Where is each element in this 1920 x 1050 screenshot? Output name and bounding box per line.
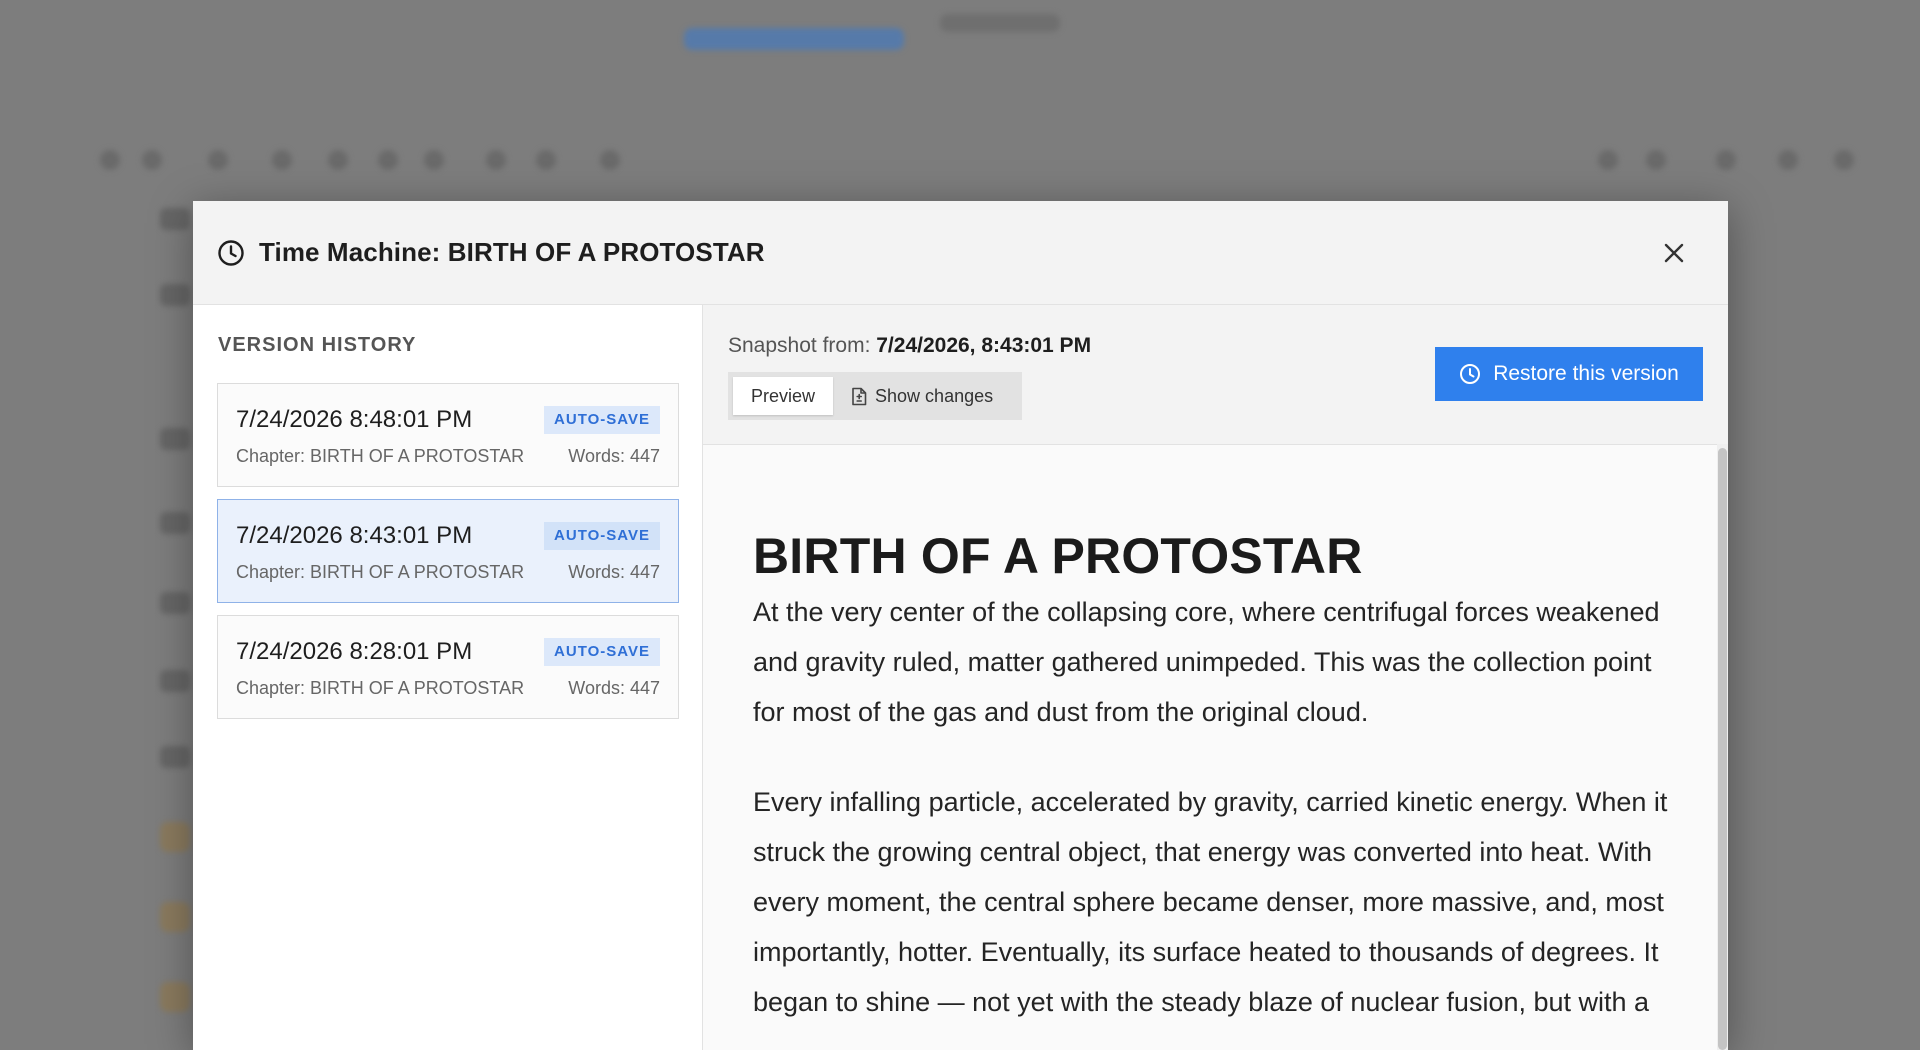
background-toolbar-icon xyxy=(208,150,228,170)
background-sidebar-item xyxy=(160,746,190,768)
background-sidebar-item xyxy=(160,428,190,450)
document-title: BIRTH OF A PROTOSTAR xyxy=(753,528,1363,584)
background-tab xyxy=(684,28,904,50)
background-toolbar-icon xyxy=(1778,150,1798,170)
version-item-selected[interactable]: 7/24/2026 8:43:01 PM AUTO-SAVE Chapter: … xyxy=(217,499,679,603)
background-toolbar-icon xyxy=(100,150,120,170)
background-toolbar-icon xyxy=(1646,150,1666,170)
background-sidebar-item xyxy=(160,512,190,534)
close-icon xyxy=(1664,243,1684,263)
background-toolbar-icon xyxy=(142,150,162,170)
background-toolbar-icon xyxy=(424,150,444,170)
background-tab xyxy=(940,14,1060,32)
tab-preview[interactable]: Preview xyxy=(733,377,834,415)
restore-version-label: Restore this version xyxy=(1493,362,1679,385)
version-chapter: Chapter: BIRTH OF A PROTOSTAR xyxy=(236,562,525,582)
background-sidebar-item xyxy=(160,982,190,1012)
version-chapter: Chapter: BIRTH OF A PROTOSTAR xyxy=(236,678,525,698)
close-button[interactable] xyxy=(1658,237,1690,269)
version-word-count: Words: 447 xyxy=(568,562,660,582)
background-toolbar-icon xyxy=(1716,150,1736,170)
version-history-title: VERSION HISTORY xyxy=(218,334,417,356)
document-preview: BIRTH OF A PROTOSTAR At the very center … xyxy=(703,444,1717,1050)
version-word-count: Words: 447 xyxy=(568,446,660,466)
version-item[interactable]: 7/24/2026 8:48:01 PM AUTO-SAVE Chapter: … xyxy=(217,383,679,487)
modal-title: Time Machine: BIRTH OF A PROTOSTAR xyxy=(259,237,765,267)
document-paragraph: Every infalling particle, accelerated by… xyxy=(753,787,1668,1017)
version-history-panel: VERSION HISTORY 7/24/2026 8:48:01 PM AUT… xyxy=(193,305,703,1050)
auto-save-badge: AUTO-SAVE xyxy=(544,638,660,666)
view-toggle: Preview Show changes xyxy=(728,372,1022,420)
snapshot-panel: Snapshot from: 7/24/2026, 8:43:01 PM Pre… xyxy=(703,305,1728,1050)
modal-header: Time Machine: BIRTH OF A PROTOSTAR xyxy=(193,201,1728,305)
clock-icon xyxy=(218,240,244,266)
snapshot-timestamp: 7/24/2026, 8:43:01 PM xyxy=(876,334,1092,357)
scrollbar-thumb[interactable] xyxy=(1718,448,1727,1050)
tab-show-changes[interactable]: Show changes xyxy=(833,377,1011,415)
time-machine-modal: Time Machine: BIRTH OF A PROTOSTAR VERSI… xyxy=(193,201,1728,1050)
auto-save-badge: AUTO-SAVE xyxy=(544,522,660,550)
background-toolbar-icon xyxy=(272,150,292,170)
background-sidebar-item xyxy=(160,822,190,852)
version-item[interactable]: 7/24/2026 8:28:01 PM AUTO-SAVE Chapter: … xyxy=(217,615,679,719)
background-toolbar-icon xyxy=(536,150,556,170)
version-date: 7/24/2026 8:28:01 PM xyxy=(236,638,473,665)
auto-save-badge: AUTO-SAVE xyxy=(544,406,660,434)
version-date: 7/24/2026 8:48:01 PM xyxy=(236,406,473,433)
background-sidebar-item xyxy=(160,670,190,692)
version-list: 7/24/2026 8:48:01 PM AUTO-SAVE Chapter: … xyxy=(217,383,679,731)
version-chapter: Chapter: BIRTH OF A PROTOSTAR xyxy=(236,446,525,466)
tab-preview-label: Preview xyxy=(751,385,816,406)
background-sidebar-item xyxy=(160,284,190,306)
background-sidebar-item xyxy=(160,208,190,230)
background-sidebar-item xyxy=(160,592,190,614)
document-paragraph: At the very center of the collapsing cor… xyxy=(753,597,1660,727)
snapshot-info: Snapshot from: 7/24/2026, 8:43:01 PM xyxy=(728,334,1091,358)
snapshot-label: Snapshot from: xyxy=(728,334,871,357)
background-toolbar-icon xyxy=(328,150,348,170)
restore-version-button[interactable]: Restore this version xyxy=(1435,347,1703,401)
background-toolbar-icon xyxy=(1598,150,1618,170)
background-sidebar-item xyxy=(160,902,190,932)
background-toolbar-icon xyxy=(378,150,398,170)
version-word-count: Words: 447 xyxy=(568,678,660,698)
background-toolbar-icon xyxy=(1834,150,1854,170)
file-diff-icon xyxy=(852,387,867,405)
tab-show-changes-label: Show changes xyxy=(875,385,994,406)
clock-icon xyxy=(1460,364,1481,384)
background-toolbar-icon xyxy=(600,150,620,170)
version-date: 7/24/2026 8:43:01 PM xyxy=(236,522,473,549)
background-toolbar-icon xyxy=(486,150,506,170)
preview-scrollbar[interactable] xyxy=(1717,444,1728,1050)
